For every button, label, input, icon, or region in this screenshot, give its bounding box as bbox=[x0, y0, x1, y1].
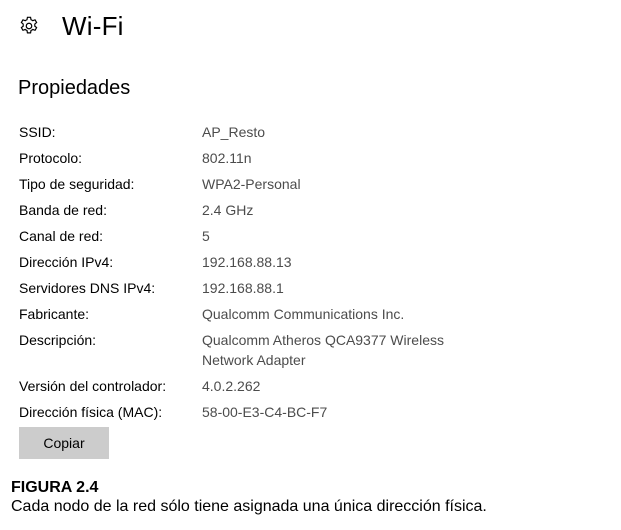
property-row-description: Descripción: Qualcomm Atheros QCA9377 Wi… bbox=[19, 330, 609, 370]
figure-caption: FIGURA 2.4 Cada nodo de la red sólo tien… bbox=[11, 478, 611, 517]
description-line-1: Qualcomm Atheros QCA9377 Wireless bbox=[202, 332, 444, 348]
property-label: Dirección física (MAC): bbox=[19, 404, 163, 420]
property-label: Tipo de seguridad: bbox=[19, 176, 135, 192]
page-header: Wi-Fi bbox=[18, 8, 124, 44]
property-label: Versión del controlador: bbox=[19, 378, 167, 394]
property-label: Fabricante: bbox=[19, 306, 90, 322]
gear-icon[interactable] bbox=[18, 15, 40, 37]
property-value: 4.0.2.262 bbox=[202, 378, 261, 394]
property-value: Qualcomm Communications Inc. bbox=[202, 306, 405, 322]
properties-list: SSID: AP_Resto Protocolo: 802.11n Tipo d… bbox=[19, 122, 609, 428]
figure-label: FIGURA 2.4 bbox=[11, 479, 99, 496]
property-value: 192.168.88.1 bbox=[202, 280, 284, 296]
property-value: 2.4 GHz bbox=[202, 202, 254, 218]
property-label: Canal de red: bbox=[19, 228, 104, 244]
property-row-network-band: Banda de red: 2.4 GHz bbox=[19, 200, 609, 220]
property-label: SSID: bbox=[19, 124, 56, 140]
page-title: Wi-Fi bbox=[62, 10, 124, 41]
property-value: WPA2-Personal bbox=[202, 176, 301, 192]
property-row-ipv4-address: Dirección IPv4: 192.168.88.13 bbox=[19, 252, 609, 272]
property-label: Dirección IPv4: bbox=[19, 254, 114, 270]
property-row-ssid: SSID: AP_Resto bbox=[19, 122, 609, 142]
property-row-manufacturer: Fabricante: Qualcomm Communications Inc. bbox=[19, 304, 609, 324]
description-line-2: Network Adapter bbox=[202, 352, 306, 368]
property-value: Qualcomm Atheros QCA9377 Wireless Networ… bbox=[202, 330, 609, 370]
property-label: Banda de red: bbox=[19, 202, 107, 218]
property-label: Servidores DNS IPv4: bbox=[19, 280, 156, 296]
property-value: 5 bbox=[202, 228, 210, 244]
property-row-mac-address: Dirección física (MAC): 58-00-E3-C4-BC-F… bbox=[19, 402, 609, 422]
property-value: 802.11n bbox=[202, 150, 252, 166]
figure-text: Cada nodo de la red sólo tiene asignada … bbox=[11, 498, 487, 515]
property-label: Descripción: bbox=[19, 332, 97, 348]
property-row-network-channel: Canal de red: 5 bbox=[19, 226, 609, 246]
property-row-driver-version: Versión del controlador: 4.0.2.262 bbox=[19, 376, 609, 396]
property-row-protocol: Protocolo: 802.11n bbox=[19, 148, 609, 168]
copy-button[interactable]: Copiar bbox=[19, 427, 109, 459]
property-row-ipv4-dns: Servidores DNS IPv4: 192.168.88.1 bbox=[19, 278, 609, 298]
property-value: 58-00-E3-C4-BC-F7 bbox=[202, 404, 328, 420]
property-label: Protocolo: bbox=[19, 150, 83, 166]
property-value: 192.168.88.13 bbox=[202, 254, 292, 270]
property-row-security-type: Tipo de seguridad: WPA2-Personal bbox=[19, 174, 609, 194]
section-title: Propiedades bbox=[18, 77, 131, 99]
property-value: AP_Resto bbox=[202, 124, 266, 140]
